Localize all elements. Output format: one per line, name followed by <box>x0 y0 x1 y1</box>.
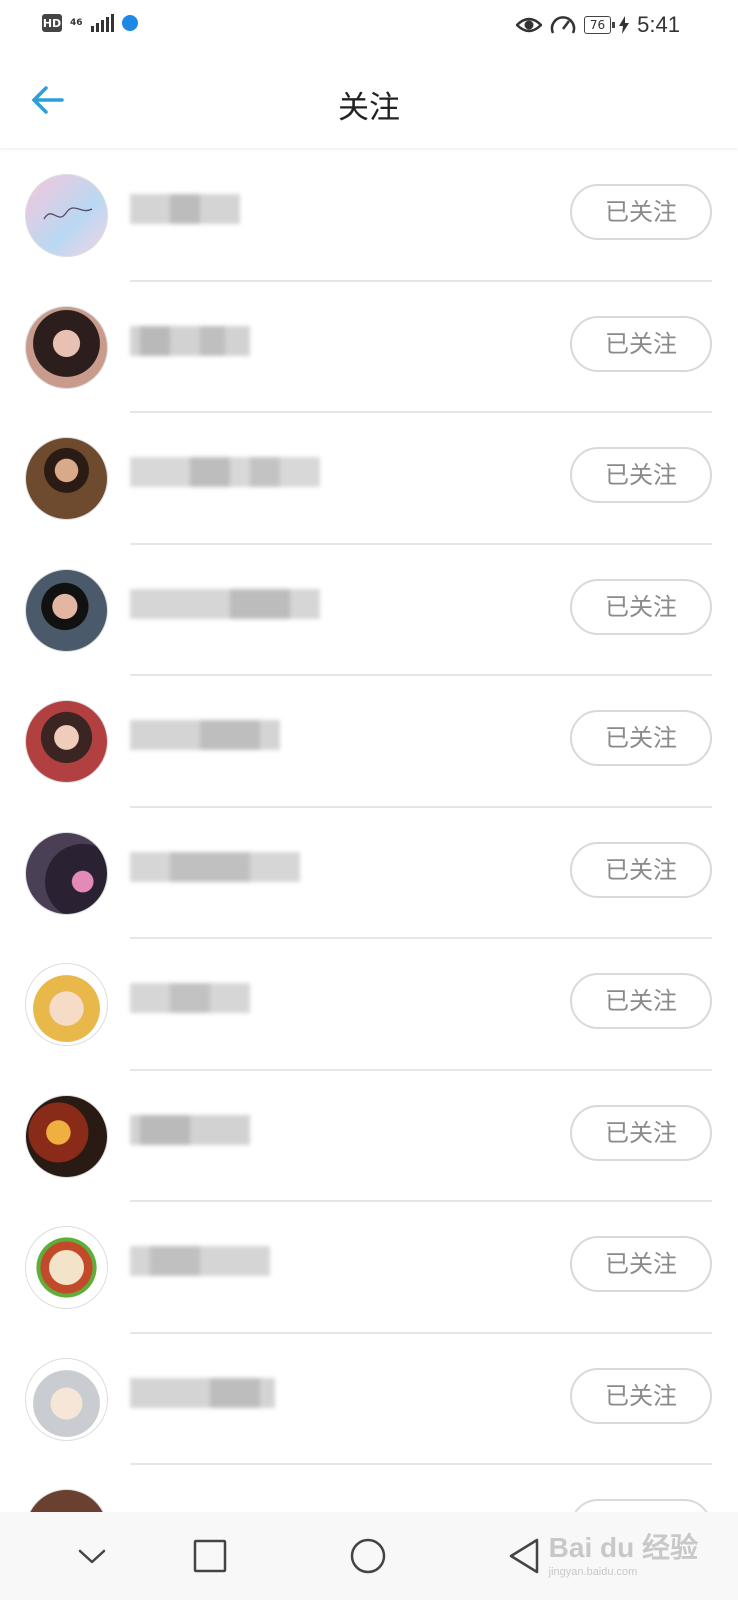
speed-icon <box>550 16 576 34</box>
avatar[interactable] <box>25 963 108 1046</box>
battery-indicator: 76 <box>583 16 616 34</box>
username-blurred <box>130 1114 310 1145</box>
avatar[interactable] <box>25 1357 108 1441</box>
back-triangle-icon[interactable] <box>503 1534 547 1578</box>
signal-icon <box>90 14 114 32</box>
chevron-down-icon[interactable] <box>70 1534 114 1578</box>
following-button[interactable]: 已关注 <box>570 315 712 372</box>
following-button[interactable]: 已关注 <box>570 184 712 240</box>
list-item[interactable]: 已关注 <box>0 939 738 1071</box>
avatar[interactable] <box>25 1226 108 1309</box>
page-title: 关注 <box>338 90 400 126</box>
list-item[interactable]: 已关注 <box>0 1071 738 1202</box>
avatar[interactable] <box>25 174 108 257</box>
list-item[interactable]: 已关注 <box>0 1202 738 1334</box>
app-header: 关注 <box>0 52 738 148</box>
status-bar: HD 46 76 5:41 <box>0 0 738 52</box>
username-blurred <box>130 851 310 882</box>
avatar[interactable] <box>25 305 108 389</box>
watermark: Bai du 经验 jingyan.baidu.com <box>549 1526 698 1578</box>
status-left: HD 46 <box>42 14 138 32</box>
username-blurred <box>130 1246 310 1276</box>
following-button[interactable]: 已关注 <box>570 841 712 898</box>
username-blurred <box>130 720 310 750</box>
following-button[interactable]: 已关注 <box>570 973 712 1029</box>
list-item[interactable]: 已关注 <box>0 808 738 939</box>
hd-badge: HD <box>42 14 62 32</box>
list-item[interactable]: 已关注 <box>0 676 738 808</box>
username-blurred <box>130 457 320 487</box>
watermark-text: Bai du 经验 <box>548 1532 698 1563</box>
following-button[interactable]: 已关注 <box>570 1367 712 1424</box>
eye-icon <box>515 17 542 33</box>
following-button[interactable]: 已关注 <box>570 1236 712 1292</box>
username-blurred <box>130 983 310 1013</box>
following-button[interactable]: 已关注 <box>570 447 712 503</box>
username-blurred <box>130 194 310 224</box>
watermark-sub: jingyan.baidu.com <box>548 1566 638 1578</box>
following-button[interactable]: 已关注 <box>570 1104 712 1161</box>
square-icon[interactable] <box>188 1534 232 1578</box>
username-blurred <box>130 325 310 356</box>
status-right: 76 5:41 <box>515 12 680 38</box>
follow-list: 已关注 已关注 已关注 已关注 已关注 已关注 已关注 已关注 已关注 已关注 <box>0 150 738 1597</box>
following-button[interactable]: 已关注 <box>570 578 712 635</box>
list-item[interactable]: 已关注 <box>0 282 738 413</box>
avatar[interactable] <box>25 1094 108 1178</box>
list-item[interactable]: 已关注 <box>0 413 738 545</box>
app-notification-icon <box>121 15 138 31</box>
list-item[interactable]: 已关注 <box>0 545 738 676</box>
list-item[interactable]: 已关注 <box>0 1334 738 1465</box>
username-blurred <box>130 1377 310 1408</box>
avatar[interactable] <box>25 568 108 652</box>
list-item[interactable]: 已关注 <box>0 150 738 282</box>
clock: 5:41 <box>637 12 680 37</box>
charging-icon <box>619 16 630 34</box>
avatar[interactable] <box>25 831 108 915</box>
circle-icon[interactable] <box>346 1534 390 1578</box>
following-button[interactable]: 已关注 <box>570 710 712 766</box>
username-blurred <box>130 588 320 619</box>
network-type: 46 <box>70 17 83 28</box>
avatar[interactable] <box>25 437 108 520</box>
signature-image <box>43 207 93 220</box>
avatar[interactable] <box>25 700 108 783</box>
